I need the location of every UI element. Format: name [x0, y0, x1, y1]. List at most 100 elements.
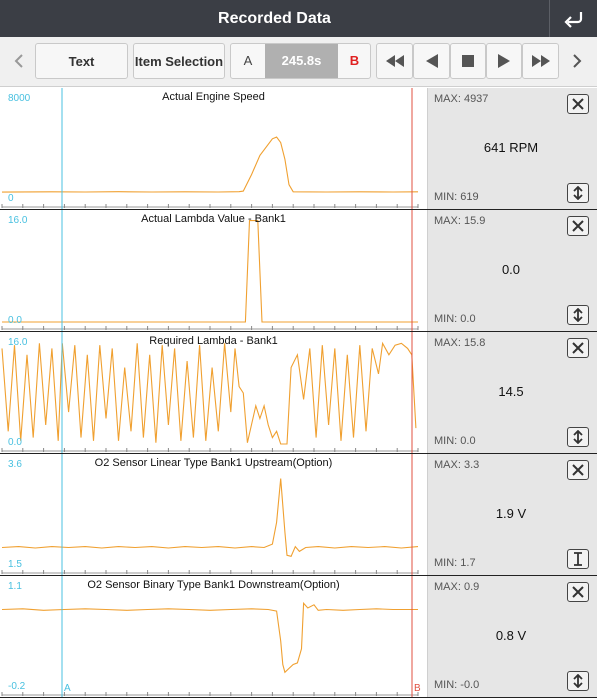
- scale-button[interactable]: [567, 671, 589, 691]
- scale-button[interactable]: [567, 427, 589, 447]
- chart-title: Actual Engine Speed: [162, 91, 265, 103]
- value-panel: MAX: 3.3 1.9 V MIN: 1.7: [427, 454, 597, 575]
- vertical-scale-icon: [573, 308, 583, 322]
- chart-title: O2 Sensor Linear Type Bank1 Upstream(Opt…: [94, 457, 333, 469]
- close-icon: [572, 342, 584, 354]
- value-panel: MAX: 15.8 14.5 MIN: 0.0: [427, 332, 597, 453]
- min-value: MIN: 0.0: [434, 435, 476, 447]
- line-chart: [1, 332, 419, 453]
- current-value: 0.0: [501, 262, 521, 277]
- series-line: [2, 220, 418, 323]
- line-chart: [1, 576, 419, 697]
- series-line: [1, 136, 419, 193]
- y-min-label: 1.5: [8, 559, 22, 570]
- y-max-label: 16.0: [8, 215, 28, 226]
- marker-b-button[interactable]: B: [338, 44, 370, 78]
- scale-button[interactable]: [567, 305, 589, 325]
- value-panel: MAX: 0.9 0.8 V MIN: -0.0: [427, 576, 597, 697]
- chevron-left-icon: [14, 54, 23, 68]
- close-icon: [572, 464, 584, 476]
- vertical-scale-icon: [573, 430, 583, 444]
- min-value: MIN: 1.7: [434, 557, 476, 569]
- y-max-label: 1.1: [8, 581, 22, 592]
- close-button[interactable]: [567, 216, 589, 236]
- step-back-button[interactable]: [413, 43, 450, 79]
- max-value: MAX: 0.9: [434, 581, 480, 593]
- y-min-label: 0: [8, 193, 14, 204]
- max-value: MAX: 15.8: [434, 337, 486, 349]
- plot-area: Actual Engine Speed 8000 0: [0, 88, 427, 209]
- plot-area: O2 Sensor Linear Type Bank1 Upstream(Opt…: [0, 454, 427, 575]
- y-min-label: 0.0: [8, 437, 22, 448]
- play-reverse-icon: [425, 54, 438, 68]
- chart-panel: Actual Engine Speed 8000 0 MAX: 4937 641…: [0, 88, 597, 210]
- fast-rewind-icon: [385, 55, 404, 67]
- vertical-scale-icon: [573, 674, 583, 688]
- y-max-label: 16.0: [8, 337, 28, 348]
- y-min-label: -0.2: [8, 681, 26, 692]
- chart-title: O2 Sensor Binary Type Bank1 Downstream(O…: [87, 579, 340, 591]
- fast-forward-button[interactable]: [522, 43, 559, 79]
- prev-page-button[interactable]: [8, 43, 30, 79]
- series-line: [1, 341, 417, 445]
- play-button[interactable]: [486, 43, 522, 79]
- chart-panel: Actual Lambda Value - Bank1 16.0 0.0 MAX…: [0, 210, 597, 332]
- scale-button[interactable]: [567, 183, 589, 203]
- next-page-button[interactable]: [566, 43, 588, 79]
- current-value: 14.5: [498, 384, 524, 399]
- close-button[interactable]: [567, 460, 589, 480]
- y-max-label: 3.6: [8, 459, 22, 470]
- series-line: [1, 601, 418, 674]
- time-display: 245.8s: [265, 44, 338, 78]
- min-value: MIN: -0.0: [434, 679, 480, 691]
- fast-forward-icon: [531, 55, 550, 67]
- value-panel: MAX: 15.9 0.0 MIN: 0.0: [427, 210, 597, 331]
- item-selection-button[interactable]: Item Selection: [133, 43, 225, 79]
- playback-toolbar: Text Item Selection A 245.8s B: [0, 37, 597, 87]
- chart-panel: O2 Sensor Binary Type Bank1 Downstream(O…: [0, 576, 597, 698]
- series-line: [1, 478, 419, 557]
- fast-rewind-button[interactable]: [376, 43, 413, 79]
- close-button[interactable]: [567, 94, 589, 114]
- scale-button[interactable]: [567, 549, 589, 569]
- value-panel: MAX: 4937 641 RPM MIN: 619: [427, 88, 597, 209]
- ab-marker-control: A 245.8s B: [230, 43, 371, 79]
- chevron-right-icon: [573, 54, 582, 68]
- stop-icon: [462, 55, 474, 67]
- chart-title: Actual Lambda Value - Bank1: [141, 213, 286, 225]
- chart-panel: Required Lambda - Bank1 16.0 0.0 MAX: 15…: [0, 332, 597, 454]
- plot-area: Required Lambda - Bank1 16.0 0.0: [0, 332, 427, 453]
- marker-b-label: B: [414, 683, 421, 694]
- current-value: 1.9 V: [495, 506, 527, 521]
- return-arrow-icon: [563, 11, 582, 28]
- title-bar: Recorded Data: [0, 0, 597, 37]
- back-button[interactable]: [549, 0, 597, 37]
- current-value: 0.8 V: [495, 628, 527, 643]
- close-button[interactable]: [567, 582, 589, 602]
- play-icon: [498, 54, 510, 68]
- plot-area: O2 Sensor Binary Type Bank1 Downstream(O…: [0, 576, 427, 697]
- close-icon: [572, 586, 584, 598]
- chart-panel: O2 Sensor Linear Type Bank1 Upstream(Opt…: [0, 454, 597, 576]
- text-button[interactable]: Text: [35, 43, 128, 79]
- vertical-scale-icon: [573, 186, 583, 200]
- y-min-label: 0.0: [8, 315, 22, 326]
- close-icon: [572, 98, 584, 110]
- line-chart: [1, 210, 419, 331]
- line-chart: [1, 88, 419, 209]
- plot-area: Actual Lambda Value - Bank1 16.0 0.0: [0, 210, 427, 331]
- max-value: MAX: 4937: [434, 93, 489, 105]
- line-chart: [1, 454, 419, 575]
- marker-a-button[interactable]: A: [231, 44, 265, 78]
- close-button[interactable]: [567, 338, 589, 358]
- marker-a-label: A: [64, 683, 71, 694]
- stop-button[interactable]: [450, 43, 486, 79]
- current-value: 641 RPM: [483, 140, 539, 155]
- max-value: MAX: 15.9: [434, 215, 486, 227]
- min-value: MIN: 619: [434, 191, 479, 203]
- page-title: Recorded Data: [218, 10, 331, 27]
- max-value: MAX: 3.3: [434, 459, 480, 471]
- min-value: MIN: 0.0: [434, 313, 476, 325]
- y-max-label: 8000: [8, 93, 31, 104]
- chart-title: Required Lambda - Bank1: [149, 335, 278, 347]
